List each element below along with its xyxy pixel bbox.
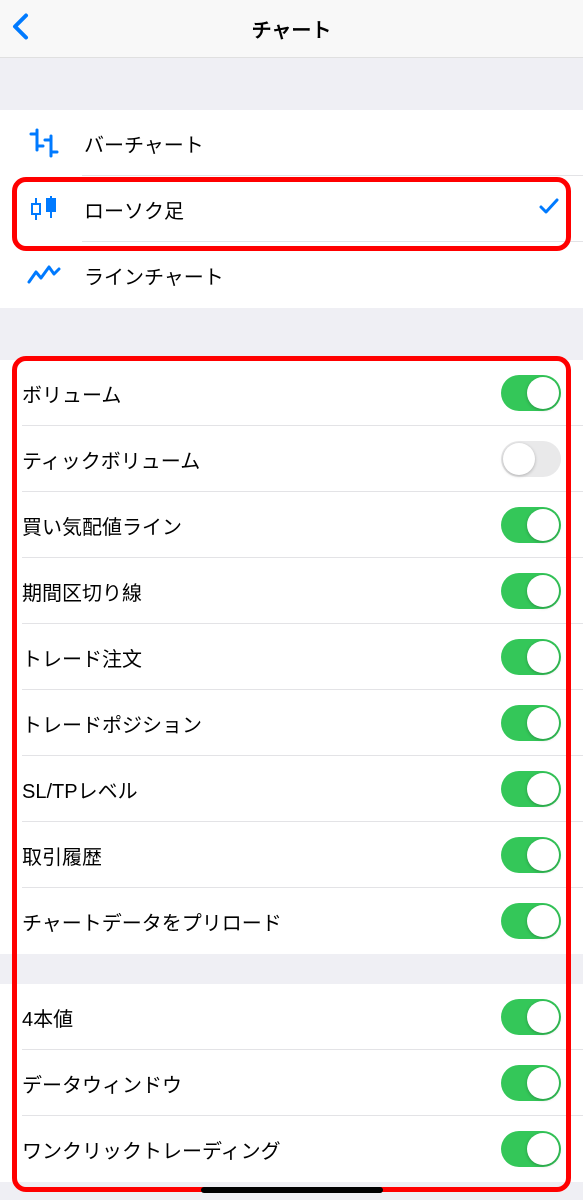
toggle-label: トレードポジション	[22, 709, 202, 738]
chart-type-label: ローソク足	[84, 195, 184, 224]
toggle-switch[interactable]	[501, 375, 561, 411]
chart-type-line[interactable]: ラインチャート	[0, 242, 583, 308]
toggle-label: ボリューム	[22, 379, 121, 408]
toggle-row: 4本値	[0, 984, 583, 1050]
toggle-switch[interactable]	[501, 903, 561, 939]
toggle-row: 買い気配値ライン	[0, 492, 583, 558]
toggle-row: データウィンドウ	[0, 1050, 583, 1116]
toggle-switch[interactable]	[501, 705, 561, 741]
toggle-switch[interactable]	[501, 507, 561, 543]
checkmark-icon	[537, 194, 561, 224]
toggle-switch[interactable]	[501, 441, 561, 477]
chart-type-candlestick[interactable]: ローソク足	[0, 176, 583, 242]
candlestick-icon	[22, 194, 66, 224]
toggle-label: ワンクリックトレーディング	[22, 1135, 281, 1164]
toggle-label: 買い気配値ライン	[22, 511, 182, 540]
toggle-switch[interactable]	[501, 1131, 561, 1167]
toggle-row: SL/TPレベル	[0, 756, 583, 822]
toggle-row: トレード注文	[0, 624, 583, 690]
toggle-switch[interactable]	[501, 999, 561, 1035]
toggle-row: ボリューム	[0, 360, 583, 426]
toggles-section-a: ボリュームティックボリューム買い気配値ライン期間区切り線トレード注文トレードポジ…	[0, 360, 583, 954]
toggle-row: ワンクリックトレーディング	[0, 1116, 583, 1182]
section-separator	[0, 58, 583, 110]
toggle-label: チャートデータをプリロード	[22, 907, 282, 936]
chevron-left-icon	[10, 11, 32, 41]
toggle-switch[interactable]	[501, 771, 561, 807]
toggle-row: トレードポジション	[0, 690, 583, 756]
toggle-switch[interactable]	[501, 639, 561, 675]
chart-type-section: バーチャート ローソク足 ライン	[0, 110, 583, 308]
toggle-label: SL/TPレベル	[22, 775, 138, 804]
navbar: チャート	[0, 0, 583, 58]
toggle-row: ティックボリューム	[0, 426, 583, 492]
toggle-row: チャートデータをプリロード	[0, 888, 583, 954]
toggle-switch[interactable]	[501, 1065, 561, 1101]
chart-type-bar[interactable]: バーチャート	[0, 110, 583, 176]
toggle-label: 4本値	[22, 1003, 73, 1032]
toggles-section-b: 4本値データウィンドウワンクリックトレーディング	[0, 984, 583, 1182]
toggle-label: ティックボリューム	[22, 445, 200, 474]
line-chart-icon	[22, 262, 66, 288]
section-separator	[0, 308, 583, 360]
toggle-switch[interactable]	[501, 573, 561, 609]
toggle-row: 期間区切り線	[0, 558, 583, 624]
toggle-label: データウィンドウ	[22, 1069, 182, 1098]
chart-type-label: ラインチャート	[84, 261, 224, 290]
toggle-switch[interactable]	[501, 837, 561, 873]
chart-type-label: バーチャート	[84, 129, 204, 158]
toggle-row: 取引履歴	[0, 822, 583, 888]
toggle-label: トレード注文	[22, 643, 142, 672]
home-indicator	[201, 1187, 383, 1193]
toggle-label: 取引履歴	[22, 841, 102, 870]
toggle-label: 期間区切り線	[22, 577, 142, 606]
bar-chart-icon	[22, 128, 66, 158]
back-button[interactable]	[10, 11, 32, 46]
page-title: チャート	[252, 14, 332, 43]
section-separator	[0, 954, 583, 984]
